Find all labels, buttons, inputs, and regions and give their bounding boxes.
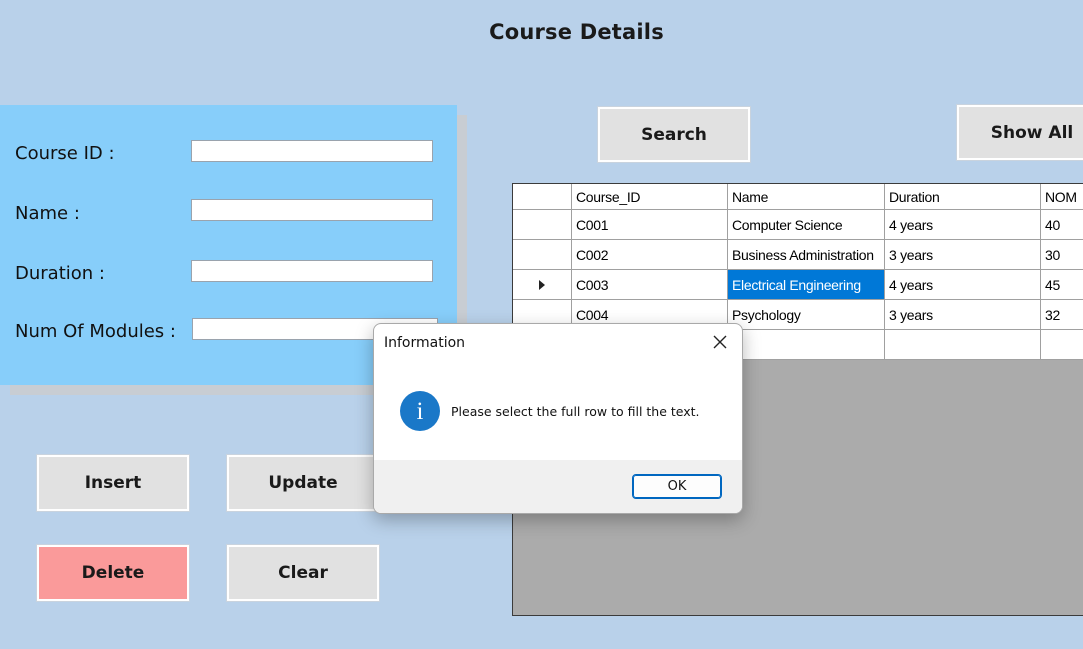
table-row[interactable]: C001 Computer Science 4 years 40 [513, 209, 1083, 240]
cell-nom[interactable]: 30 [1040, 239, 1083, 270]
info-icon: i [400, 391, 440, 431]
cell-nom[interactable]: 45 [1040, 269, 1083, 300]
duration-input[interactable] [191, 260, 433, 282]
row-header[interactable] [513, 239, 572, 270]
cell-name[interactable]: Computer Science [727, 209, 885, 240]
column-header-duration[interactable]: Duration [884, 184, 1041, 210]
delete-button[interactable]: Delete [37, 545, 189, 601]
table-row-current[interactable]: C003 Electrical Engineering 4 years 45 [513, 269, 1083, 300]
insert-button[interactable]: Insert [37, 455, 189, 511]
cell-duration[interactable]: 3 years [884, 239, 1041, 270]
clear-button[interactable]: Clear [227, 545, 379, 601]
cell-course-id[interactable]: C001 [571, 209, 728, 240]
close-icon[interactable] [712, 334, 728, 350]
cell-name[interactable]: Business Administration [727, 239, 885, 270]
column-header-name[interactable]: Name [727, 184, 885, 210]
course-id-input[interactable] [191, 140, 433, 162]
row-header-corner[interactable] [513, 184, 572, 210]
num-of-modules-label: Num Of Modules : [15, 321, 176, 342]
cell-nom[interactable]: 32 [1040, 299, 1083, 330]
cell-nom[interactable] [1040, 329, 1083, 360]
ok-button[interactable]: OK [632, 474, 722, 499]
cell-duration[interactable]: 4 years [884, 209, 1041, 240]
cell-name-selected[interactable]: Electrical Engineering [727, 269, 885, 300]
dialog-title: Information [384, 335, 466, 351]
dialog-footer: OK [374, 460, 742, 513]
dialog-message: Please select the full row to fill the t… [451, 404, 700, 419]
row-header[interactable] [513, 209, 572, 240]
cell-course-id[interactable]: C003 [571, 269, 728, 300]
cell-name[interactable] [727, 329, 885, 360]
duration-label: Duration : [15, 263, 105, 284]
row-header[interactable] [513, 269, 572, 300]
update-button[interactable]: Update [227, 455, 379, 511]
cell-name[interactable]: Psychology [727, 299, 885, 330]
page-title: Course Details [489, 20, 664, 44]
information-dialog: Information i Please select the full row… [373, 323, 743, 514]
column-header-course-id[interactable]: Course_ID [571, 184, 728, 210]
cell-duration[interactable]: 3 years [884, 299, 1041, 330]
name-label: Name : [15, 203, 80, 224]
arrow-right-icon [539, 279, 545, 290]
search-button[interactable]: Search [598, 107, 750, 162]
cell-duration[interactable]: 4 years [884, 269, 1041, 300]
cell-nom[interactable]: 40 [1040, 209, 1083, 240]
grid-header-row: Course_ID Name Duration NOM [513, 184, 1083, 210]
cell-course-id[interactable]: C002 [571, 239, 728, 270]
table-row[interactable]: C002 Business Administration 3 years 30 [513, 239, 1083, 270]
column-header-nom[interactable]: NOM [1040, 184, 1083, 210]
cell-duration[interactable] [884, 329, 1041, 360]
name-input[interactable] [191, 199, 433, 221]
course-id-label: Course ID : [15, 143, 115, 164]
show-all-button[interactable]: Show All [957, 105, 1083, 160]
